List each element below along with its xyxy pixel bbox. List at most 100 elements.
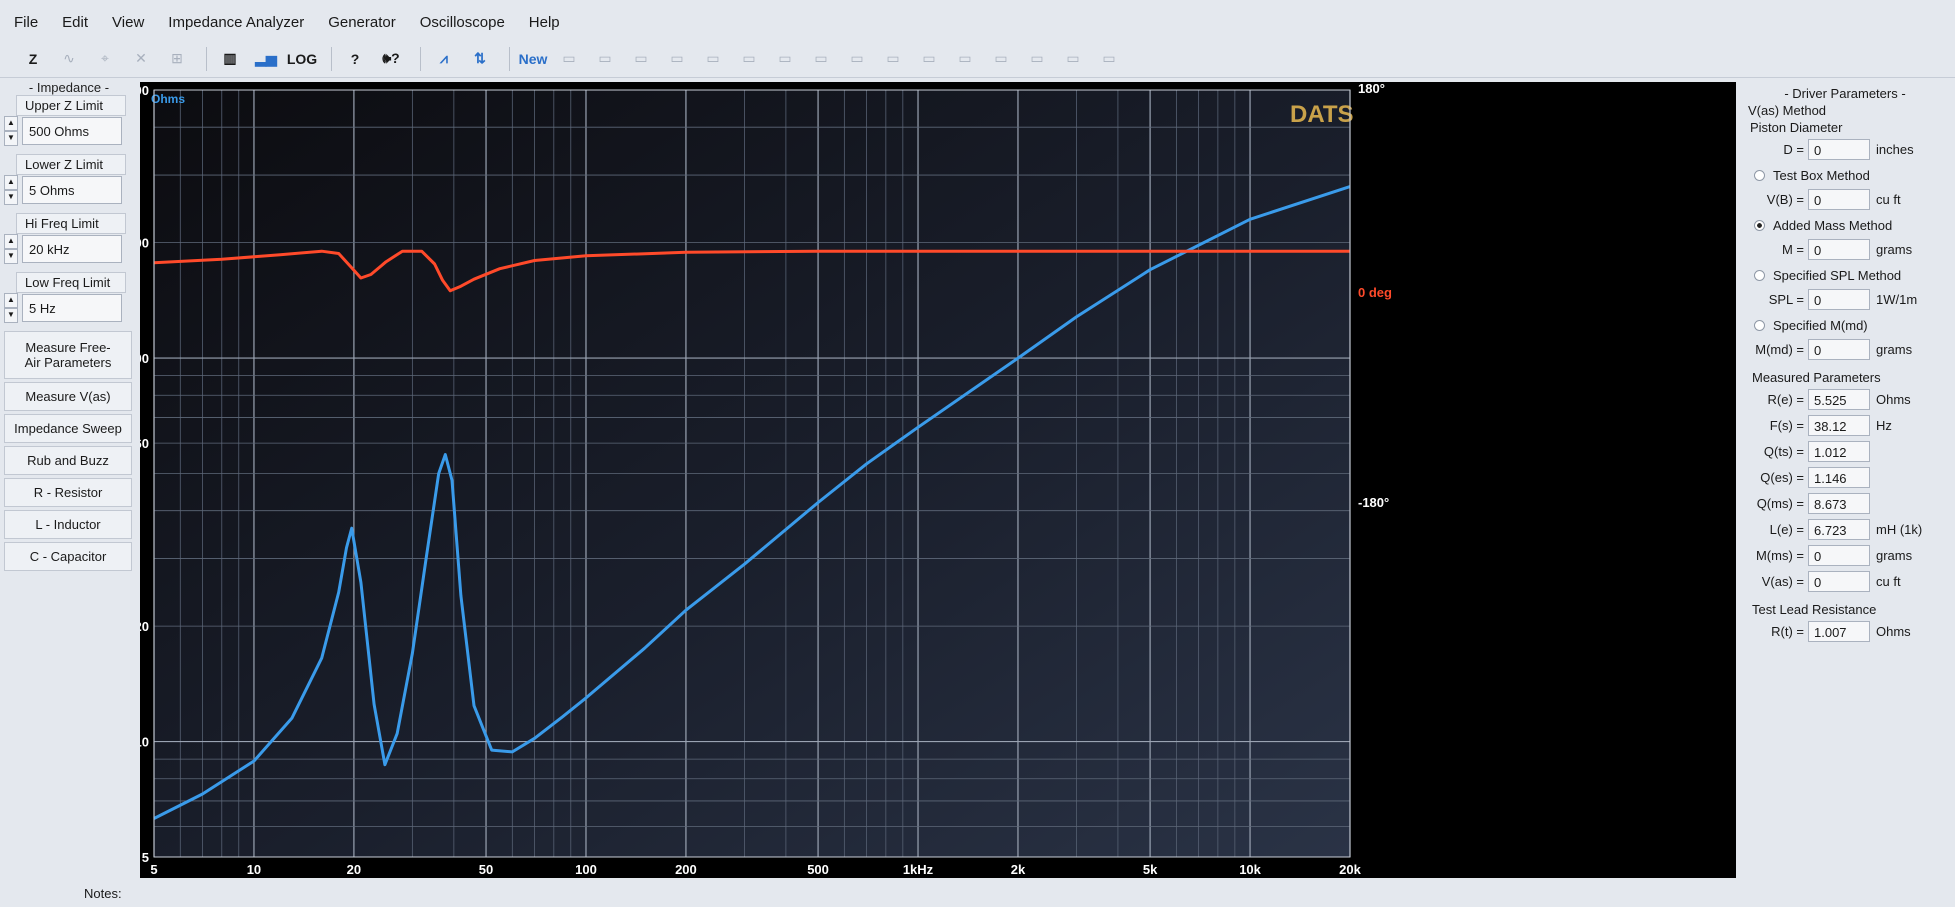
dats-logo: DATS — [1290, 101, 1354, 128]
lower-z-limit-input[interactable]: 5 Ohms — [22, 176, 122, 204]
grid-icon[interactable]: ⊞ — [162, 45, 192, 73]
disabled-slot-icon: ▭ — [850, 50, 864, 66]
measured-value[interactable]: 5.525 — [1808, 389, 1870, 410]
z-icon[interactable]: Z — [18, 45, 48, 73]
toolbar-separator — [509, 46, 510, 71]
spin-down-icon[interactable]: ▼ — [4, 249, 18, 264]
bars-icon[interactable]: ▂▅ — [251, 45, 281, 73]
measured-v-as-row: V(as) = 0 cu ft — [1742, 569, 1948, 594]
radio-icon[interactable] — [1754, 269, 1765, 281]
cross-icon[interactable]: ✕ — [126, 45, 156, 73]
param-input[interactable]: 0 — [1808, 239, 1870, 260]
measured-value[interactable]: 6.723 — [1808, 519, 1870, 540]
measured-unit: grams — [1876, 548, 1913, 563]
spin-up-icon[interactable]: ▲ — [4, 234, 18, 249]
help-icon[interactable]: ? — [340, 45, 370, 73]
measured-q-es-row: Q(es) = 1.146 — [1742, 465, 1948, 490]
param-input[interactable]: 0 — [1808, 189, 1870, 210]
measured-label: Q(es) = — [1760, 470, 1804, 485]
spin-up-icon[interactable]: ▲ — [4, 116, 18, 131]
low-freq-limit-spinner[interactable]: ▲ ▼ — [4, 293, 18, 323]
l-inductor-button[interactable]: L - Inductor — [4, 510, 132, 539]
menu-view[interactable]: View — [112, 14, 144, 31]
spin-down-icon[interactable]: ▼ — [4, 190, 18, 205]
impedance-panel-title-text: Impedance — [36, 80, 102, 95]
specified-spl-method-radio[interactable]: Specified SPL Method — [1754, 263, 1948, 287]
cursor-icon[interactable]: ⌖ — [90, 45, 120, 73]
piston-diameter-input[interactable]: 0 — [1808, 139, 1870, 160]
measured-unit: mH (1k) — [1876, 522, 1923, 537]
log-icon[interactable]: LOG — [287, 45, 317, 73]
phase-tick-label: -180° — [1358, 495, 1389, 510]
hi-freq-limit-input[interactable]: 20 kHz — [22, 235, 122, 263]
menu-help[interactable]: Help — [529, 14, 560, 31]
specified-m-md-radio[interactable]: Specified M(md) — [1754, 313, 1948, 337]
measured-r-e-row: R(e) = 5.525 Ohms — [1742, 387, 1948, 412]
radio-icon[interactable] — [1754, 169, 1765, 181]
disabled-slot-icon: ▭ — [562, 50, 576, 66]
measured-unit: Ohms — [1876, 392, 1911, 407]
test-lead-label: R(t) = — [1771, 624, 1804, 639]
measured-label: V(as) = — [1761, 574, 1804, 589]
test-lead-title: Test Lead Resistance — [1752, 602, 1877, 617]
context-help-icon[interactable]: 🕪? — [376, 45, 406, 73]
y-tick-label: 10 — [140, 735, 149, 750]
x-tick-label: 50 — [479, 862, 493, 877]
param-input[interactable]: 0 — [1808, 289, 1870, 310]
toolbar-separator — [331, 46, 332, 71]
spin-down-icon[interactable]: ▼ — [4, 308, 18, 323]
lower-z-limit-spinner[interactable]: ▲ ▼ — [4, 175, 18, 205]
peak-icon[interactable]: ⩘ — [429, 45, 459, 73]
menu-file[interactable]: File — [14, 14, 38, 31]
upper-z-limit-label: Upper Z Limit — [16, 95, 126, 116]
c-capacitor-button[interactable]: C - Capacitor — [4, 542, 132, 571]
rub-and-buzz-button[interactable]: Rub and Buzz — [4, 446, 132, 475]
wave-icon[interactable]: ∿ — [54, 45, 84, 73]
measure-free-air-parameters-button[interactable]: Measure Free-Air Parameters — [4, 331, 132, 379]
spin-up-icon[interactable]: ▲ — [4, 293, 18, 308]
x-tick-label: 2k — [1011, 862, 1026, 877]
radio-icon[interactable] — [1754, 319, 1765, 331]
measured-value[interactable]: 38.12 — [1808, 415, 1870, 436]
driver-parameters-title-text: Driver Parameters — [1792, 86, 1898, 101]
measure-v-as-button[interactable]: Measure V(as) — [4, 382, 132, 411]
measured-label: R(e) = — [1767, 392, 1804, 407]
param-input[interactable]: 0 — [1808, 339, 1870, 360]
measured-value[interactable]: 1.012 — [1808, 441, 1870, 462]
measured-value[interactable]: 0 — [1808, 571, 1870, 592]
specified-m-md-label: Specified M(md) — [1773, 317, 1868, 333]
measured-label: Q(ts) = — [1763, 444, 1804, 459]
measured-unit: cu ft — [1876, 574, 1901, 589]
hi-freq-limit-field: ▲ ▼ 20 kHz — [4, 234, 134, 264]
disabled-slot-icon: ▭ — [922, 50, 936, 66]
menu-edit[interactable]: Edit — [62, 14, 88, 31]
new-icon[interactable]: New — [518, 45, 548, 73]
menu-generator[interactable]: Generator — [328, 14, 396, 31]
test-box-method-radio[interactable]: Test Box Method — [1754, 163, 1948, 187]
r-resistor-button[interactable]: R - Resistor — [4, 478, 132, 507]
measured-value[interactable]: 8.673 — [1808, 493, 1870, 514]
menu-impedance-analyzer[interactable]: Impedance Analyzer — [168, 14, 304, 31]
impedance-sweep-button[interactable]: Impedance Sweep — [4, 414, 132, 443]
spin-down-icon[interactable]: ▼ — [4, 131, 18, 146]
menu-oscilloscope[interactable]: Oscilloscope — [420, 14, 505, 31]
piano-icon[interactable]: ▥ — [215, 45, 245, 73]
hi-freq-limit-spinner[interactable]: ▲ ▼ — [4, 234, 18, 264]
param-unit: grams — [1876, 242, 1913, 257]
measured-l-e-row: L(e) = 6.723 mH (1k) — [1742, 517, 1948, 542]
measured-value[interactable]: 1.146 — [1808, 467, 1870, 488]
radio-icon[interactable] — [1754, 219, 1765, 231]
x-tick-label: 100 — [575, 862, 597, 877]
impedance-plot[interactable]: 5 10 20 50 100 200 500 1kHz 2k 5k 10k 20k 500 200 100 6… — [140, 82, 1736, 878]
spin-up-icon[interactable]: ▲ — [4, 175, 18, 190]
measured-value[interactable]: 0 — [1808, 545, 1870, 566]
phase-tick-label: 0 deg — [1358, 285, 1392, 300]
test-lead-value[interactable]: 1.007 — [1808, 621, 1870, 642]
y-tick-label: 500 — [140, 83, 149, 98]
low-freq-limit-input[interactable]: 5 Hz — [22, 294, 122, 322]
scale-icon[interactable]: ⇅ — [465, 45, 495, 73]
upper-z-limit-spinner[interactable]: ▲ ▼ — [4, 116, 18, 146]
added-mass-method-radio[interactable]: Added Mass Method — [1754, 213, 1948, 237]
y-tick-label: 60 — [140, 436, 149, 451]
upper-z-limit-input[interactable]: 500 Ohms — [22, 117, 122, 145]
